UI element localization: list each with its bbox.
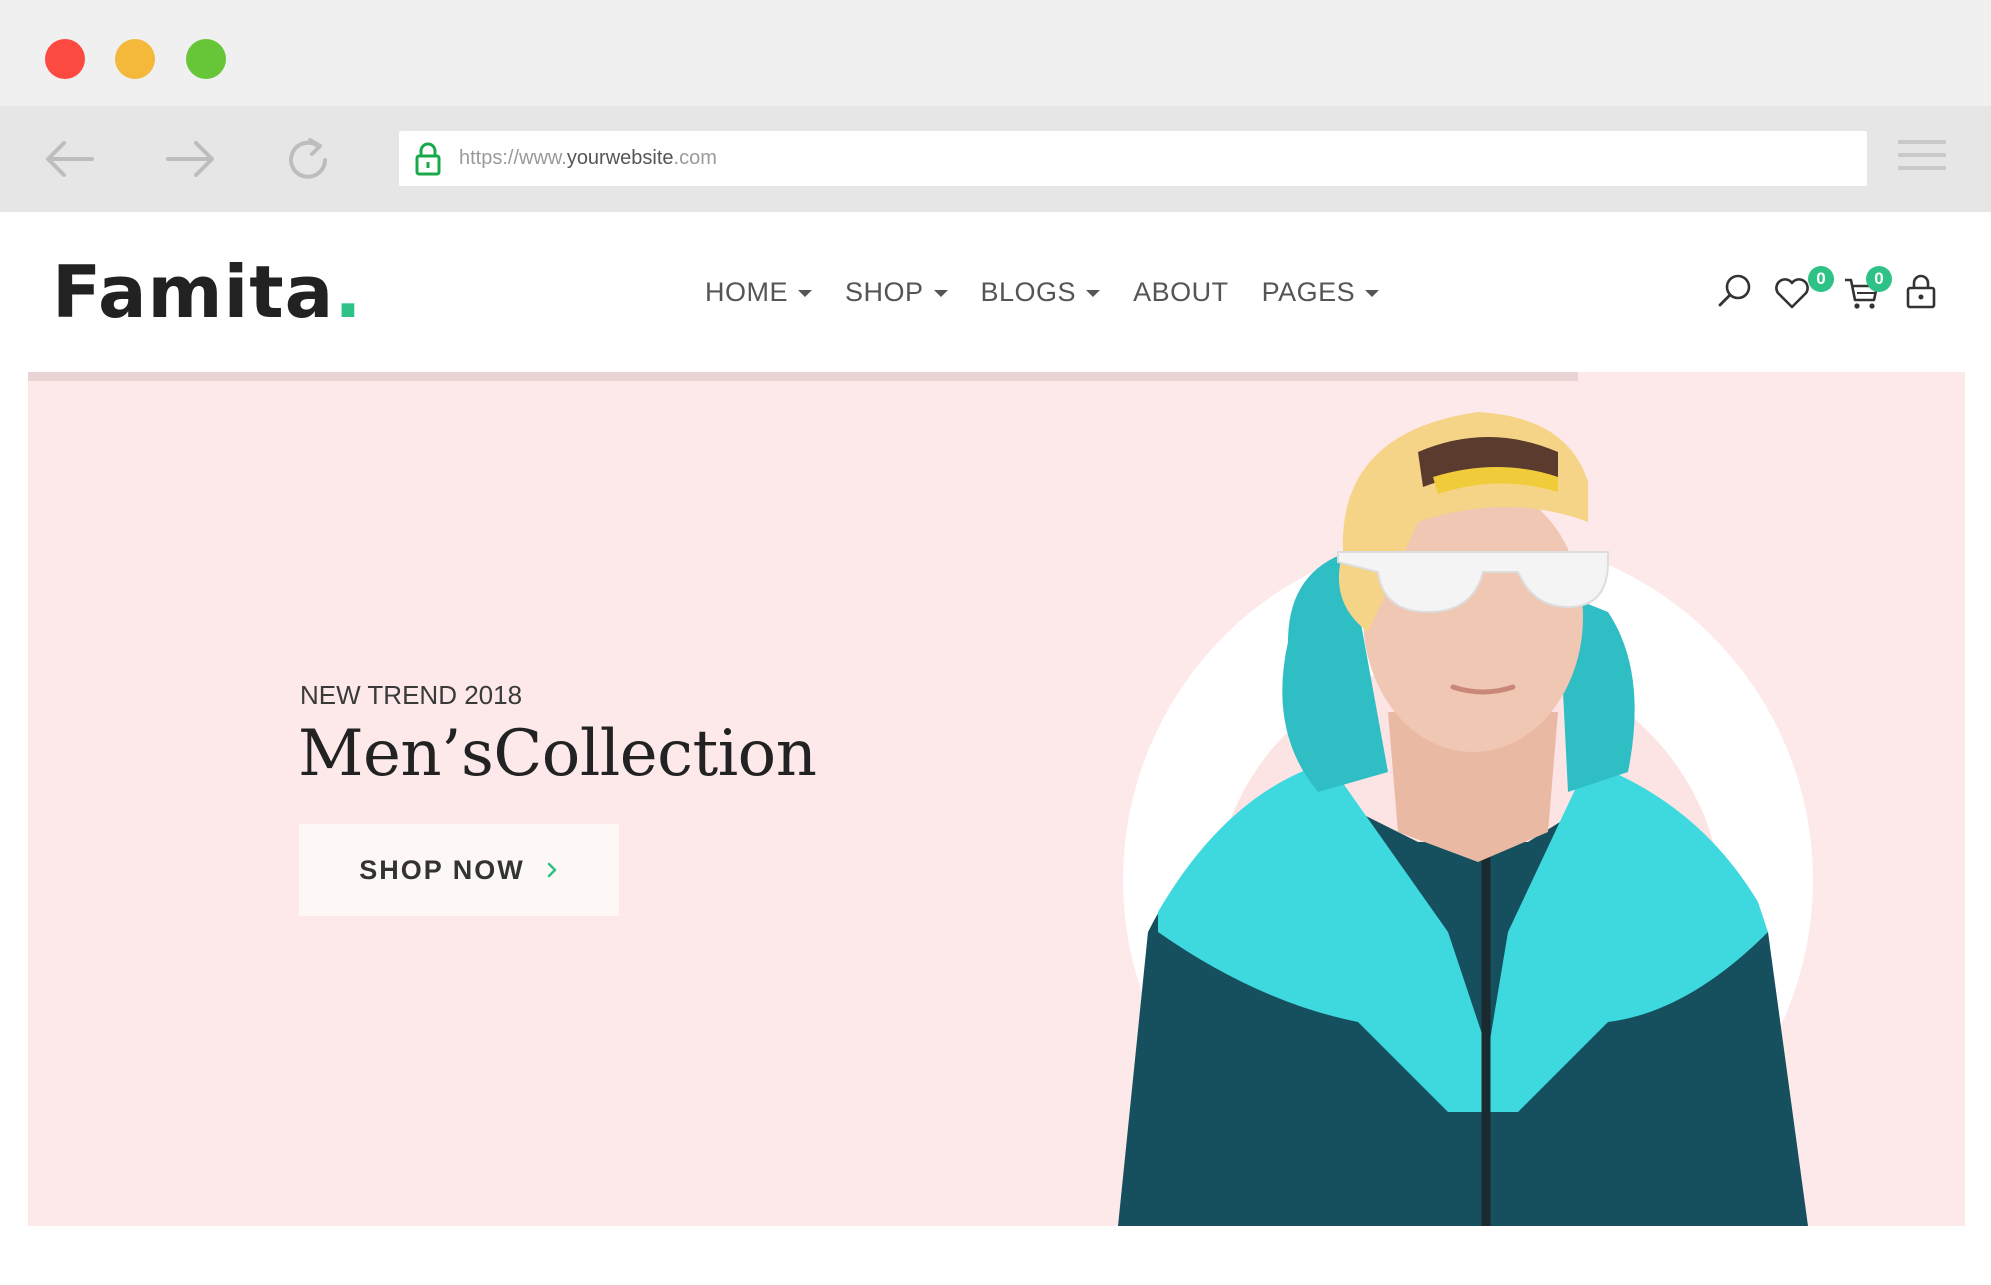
account-lock-icon[interactable] [1902, 272, 1940, 310]
shop-now-button[interactable]: SHOP NOW [299, 824, 619, 916]
site-header: Famita. HOME SHOP BLOGS ABOUT PAGES 0 0 [0, 222, 1991, 372]
search-icon[interactable] [1716, 272, 1754, 310]
lock-icon [415, 142, 441, 175]
hero-model-image [1088, 412, 1828, 1226]
header-actions: 0 0 [0, 266, 1991, 326]
url-text[interactable]: https://www.yourwebsite.com [459, 147, 717, 170]
shop-now-label: SHOP NOW [359, 854, 525, 885]
close-window-button[interactable] [45, 39, 85, 79]
heart-icon[interactable] [1773, 274, 1811, 312]
reload-icon[interactable] [282, 134, 336, 184]
browser-toolbar: https://www.yourwebsite.com [0, 106, 1991, 212]
browser-window: https://www.yourwebsite.com Famita. HOME… [0, 0, 1991, 1285]
cart-count-badge: 0 [1866, 266, 1892, 292]
url-scheme: https://www. [459, 147, 567, 169]
hero-title: Men’sCollection [298, 717, 817, 791]
minimize-window-button[interactable] [115, 39, 155, 79]
maximize-window-button[interactable] [186, 39, 226, 79]
slide-progress-fill [28, 372, 1578, 381]
url-host: yourwebsite [566, 147, 674, 169]
slide-progress-bar [28, 372, 1965, 381]
forward-arrow-icon[interactable] [164, 134, 218, 184]
hero-slider: NEW TREND 2018 Men’sCollection SHOP NOW [28, 372, 1965, 1226]
wishlist-count-badge: 0 [1808, 266, 1834, 292]
hamburger-menu-icon[interactable] [1898, 140, 1946, 178]
url-tld: .com [673, 147, 717, 169]
title-bar [0, 0, 1991, 106]
hero-subtitle: NEW TREND 2018 [300, 680, 523, 710]
back-arrow-icon[interactable] [42, 134, 96, 184]
chevron-right-icon [547, 862, 557, 878]
address-bar[interactable]: https://www.yourwebsite.com [399, 131, 1867, 186]
